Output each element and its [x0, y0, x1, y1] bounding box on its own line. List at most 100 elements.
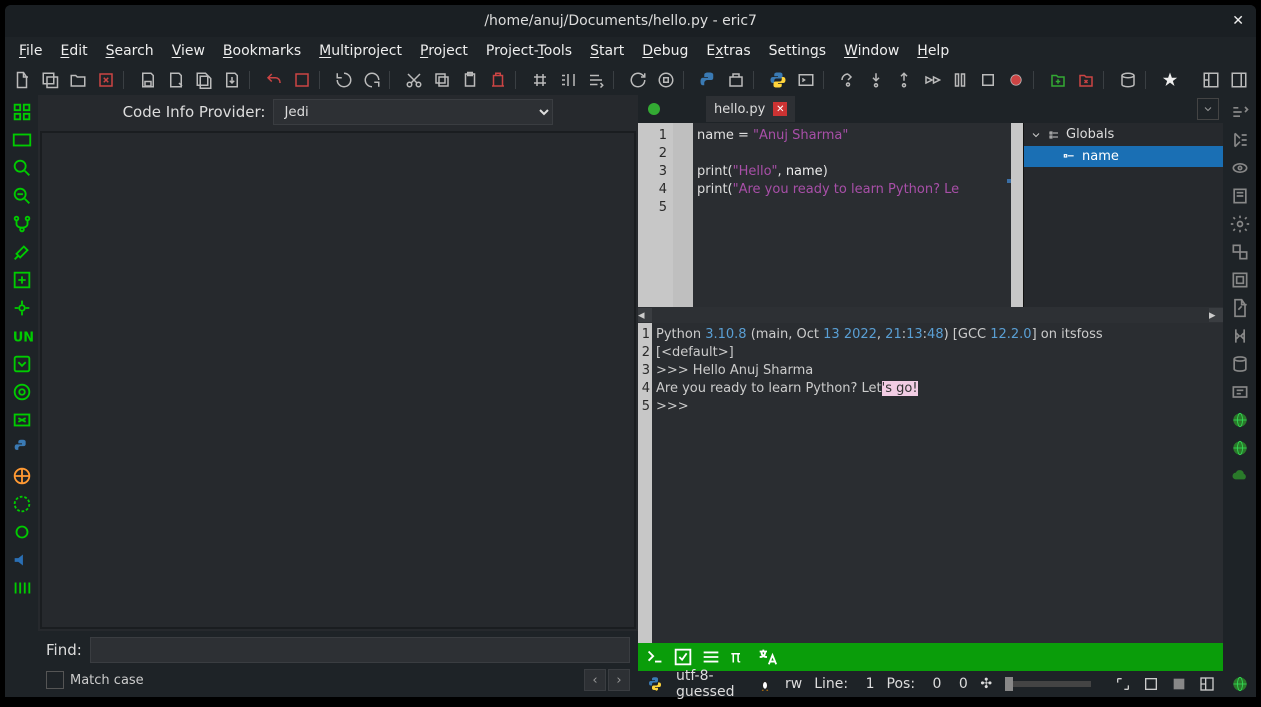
- copy-icon[interactable]: [431, 69, 453, 91]
- pause-icon[interactable]: [949, 69, 971, 91]
- ls-speaker-icon[interactable]: [9, 547, 35, 573]
- rs-icon-8[interactable]: [1227, 295, 1253, 321]
- tab-menu-icon[interactable]: [1197, 98, 1219, 120]
- outline-item-name[interactable]: name: [1024, 146, 1223, 167]
- ls-icon-8[interactable]: [9, 295, 35, 321]
- menu-view[interactable]: View: [164, 39, 213, 63]
- rs-icon-1[interactable]: [1227, 99, 1253, 125]
- new-file-icon[interactable]: [11, 69, 33, 91]
- ls-search-icon[interactable]: [9, 155, 35, 181]
- rs-gear-icon[interactable]: [1227, 211, 1253, 237]
- menu-project[interactable]: Project: [412, 39, 476, 63]
- translate-icon[interactable]: [756, 646, 778, 668]
- console-output[interactable]: Python 3.10.8 (main, Oct 13 2022, 21:13:…: [652, 323, 1223, 643]
- info-provider-select[interactable]: Jedi: [273, 99, 553, 125]
- menu-extras[interactable]: Extras: [698, 39, 758, 63]
- comment-icon[interactable]: [529, 69, 551, 91]
- layout-right-icon[interactable]: [1171, 675, 1187, 693]
- ls-icon-14[interactable]: [9, 463, 35, 489]
- ls-icon-16[interactable]: [9, 519, 35, 545]
- new-window-icon[interactable]: [39, 69, 61, 91]
- stop-icon[interactable]: [655, 69, 677, 91]
- menu-bookmarks[interactable]: Bookmarks: [215, 39, 309, 63]
- uncomment-icon[interactable]: [557, 69, 579, 91]
- step-over-icon[interactable]: [837, 69, 859, 91]
- ls-icon-18[interactable]: [9, 575, 35, 601]
- rs-icon-7[interactable]: [1227, 267, 1253, 293]
- tasks-icon[interactable]: [672, 646, 694, 668]
- window-icon[interactable]: [1143, 675, 1159, 693]
- continue-icon[interactable]: [921, 69, 943, 91]
- rs-icon-11[interactable]: [1227, 379, 1253, 405]
- find-next-icon[interactable]: ›: [608, 669, 630, 691]
- star-icon[interactable]: [1159, 69, 1181, 91]
- console[interactable]: 12345 Python 3.10.8 (main, Oct 13 2022, …: [638, 323, 1223, 643]
- stop-debug-icon[interactable]: [977, 69, 999, 91]
- reload-icon[interactable]: [627, 69, 649, 91]
- ls-icon-15[interactable]: [9, 491, 35, 517]
- terminal-icon[interactable]: [644, 646, 666, 668]
- save-as-icon[interactable]: [165, 69, 187, 91]
- menu-debug[interactable]: Debug: [634, 39, 696, 63]
- ls-un-icon[interactable]: UN: [9, 323, 35, 349]
- menu-search[interactable]: Search: [98, 39, 162, 63]
- delete-icon[interactable]: [487, 69, 509, 91]
- rs-globe-icon-1[interactable]: [1227, 407, 1253, 433]
- step-out-icon[interactable]: [893, 69, 915, 91]
- breakpoint-icon[interactable]: [1005, 69, 1027, 91]
- project-close-icon[interactable]: [1075, 69, 1097, 91]
- zoom-out-icon[interactable]: ✣: [980, 675, 993, 693]
- format-icon[interactable]: [585, 69, 607, 91]
- restart-shell-icon[interactable]: [795, 69, 817, 91]
- menu-start[interactable]: Start: [582, 39, 632, 63]
- rs-cloud-icon[interactable]: [1227, 463, 1253, 489]
- find-input[interactable]: [90, 637, 630, 663]
- database-icon[interactable]: [1117, 69, 1139, 91]
- code-editor[interactable]: 12345 name = "Anuj Sharma" print("Hello"…: [638, 123, 1023, 307]
- ls-icon-2[interactable]: [9, 127, 35, 153]
- rs-eye-icon[interactable]: [1227, 155, 1253, 181]
- python-icon[interactable]: [767, 69, 789, 91]
- zoom-slider[interactable]: [1005, 681, 1091, 687]
- rs-icon-2[interactable]: [1227, 127, 1253, 153]
- rs-icon-4[interactable]: [1227, 183, 1253, 209]
- editor-scrollbar[interactable]: [1011, 123, 1023, 307]
- ls-icon-7[interactable]: [9, 267, 35, 293]
- rs-globe-icon-3[interactable]: [1227, 671, 1253, 697]
- code-area[interactable]: name = "Anuj Sharma" print("Hello", name…: [693, 123, 1011, 307]
- ls-icon-10[interactable]: [9, 351, 35, 377]
- open-icon[interactable]: [67, 69, 89, 91]
- save-icon[interactable]: [137, 69, 159, 91]
- menu-multiproject[interactable]: Multiproject: [311, 39, 410, 63]
- save-all-icon[interactable]: [193, 69, 215, 91]
- menu-settings[interactable]: Settings: [761, 39, 834, 63]
- cut-icon[interactable]: [403, 69, 425, 91]
- ls-branch-icon[interactable]: [9, 211, 35, 237]
- layout2-icon[interactable]: [1228, 69, 1250, 91]
- step-into-icon[interactable]: [865, 69, 887, 91]
- editor-scroll-h[interactable]: ◂▸: [638, 307, 1223, 323]
- outline-header[interactable]: Globals: [1024, 123, 1223, 146]
- close-icon[interactable]: ✕: [1228, 9, 1248, 33]
- rs-globe-icon-2[interactable]: [1227, 435, 1253, 461]
- ls-icon-11[interactable]: [9, 379, 35, 405]
- undo-icon[interactable]: [263, 69, 285, 91]
- menu-edit[interactable]: Edit: [52, 39, 95, 63]
- export-icon[interactable]: [221, 69, 243, 91]
- ls-python-icon[interactable]: [9, 435, 35, 461]
- panes-icon[interactable]: [1199, 675, 1215, 693]
- rs-compare-icon[interactable]: [1227, 323, 1253, 349]
- ls-icon-1[interactable]: [9, 99, 35, 125]
- lines-icon[interactable]: [700, 646, 722, 668]
- debug-run-icon[interactable]: [725, 69, 747, 91]
- paste-icon[interactable]: [459, 69, 481, 91]
- rs-database-icon[interactable]: [1227, 351, 1253, 377]
- menu-projecttools[interactable]: Project-Tools: [478, 39, 580, 63]
- find-prev-icon[interactable]: ‹: [584, 669, 606, 691]
- ls-tools-icon[interactable]: [9, 239, 35, 265]
- ls-icon-12[interactable]: [9, 407, 35, 433]
- tab-hello-py[interactable]: hello.py ✕: [706, 96, 795, 122]
- redo-disabled-icon[interactable]: [291, 69, 313, 91]
- menu-help[interactable]: Help: [909, 39, 957, 63]
- layout-icon[interactable]: [1200, 69, 1222, 91]
